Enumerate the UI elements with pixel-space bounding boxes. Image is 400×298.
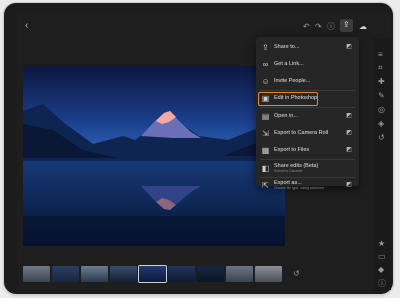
share-icon: ⇪ [262,43,269,52]
share-menu-item-label: Export to Camera Roll [274,130,329,136]
filmstrip-thumb[interactable] [197,266,224,282]
profile-icon[interactable]: ◎ [378,106,385,114]
open-in-icon: ▤ [261,112,270,121]
share-menu-item-label: Invite People... [274,78,311,84]
share-menu-item[interactable]: ▤ Open in... ◩ [256,109,359,125]
premium-badge-icon: ◩ [346,113,352,119]
star-icon[interactable]: ★ [378,240,385,248]
invite-icon: ☺ [261,77,270,86]
info-icon[interactable]: ⓘ [327,23,335,31]
share-menu-item-sublabel: Submit to Discover [274,169,303,173]
comment-icon[interactable]: ▭ [378,253,386,261]
tag-icon[interactable]: ◆ [378,266,384,274]
menu-divider [260,159,355,160]
app-screen: ‹ ↶ ↷ ⓘ ☁ ⇪ ☁ [17,12,391,290]
brush-icon[interactable]: ✎ [378,92,385,100]
premium-badge-icon: ◩ [346,44,352,50]
share-menu-item[interactable]: ▦ Export to Files ◩ [256,143,359,159]
undo-history-icon[interactable]: ↺ [293,270,300,278]
back-chevron-icon[interactable]: ‹ [25,21,28,31]
presets-icon[interactable]: ◈ [378,120,384,128]
link-icon: ∞ [262,60,269,69]
undo-icon[interactable]: ↶ [303,23,310,31]
share-menu-item[interactable]: ◧ Share edits (Beta) Submit to Discover [256,161,359,177]
filmstrip-thumb[interactable] [52,266,79,282]
share-icon: ⇪ [343,20,350,29]
main-photo[interactable] [23,66,285,246]
versions-icon[interactable]: ↺ [378,134,385,142]
redo-icon[interactable]: ↷ [315,23,322,31]
info-panel-icon[interactable]: ⓘ [378,280,386,288]
filmstrip-thumb[interactable] [255,266,282,282]
filmstrip-thumb[interactable] [226,266,253,282]
edit-sidebar: ≡ ⌗ ✚ ✎ ◎ ◈ ↺ ★ ▭ ◆ ⓘ [373,38,391,290]
ipad-frame: ‹ ↶ ↷ ⓘ ☁ ⇪ ☁ [4,3,393,294]
filmstrip-thumb[interactable] [23,266,50,282]
crop-icon[interactable]: ⌗ [378,64,383,72]
filmstrip-thumb[interactable] [110,266,137,282]
share-menu-item[interactable]: ⇪ Share to... ◩ [256,40,359,56]
files-icon: ▦ [261,146,270,155]
premium-badge-icon: ◩ [346,182,352,188]
share-menu: ⇪ Share to... ◩ ∞ Get a Link... ☺ Invite Peopl… [256,37,359,190]
filmstrip-thumb[interactable] [81,266,108,282]
share-menu-item[interactable]: ☺ Invite People... [256,74,359,90]
share-menu-item[interactable]: ⇱ Export as... Choose file type, sizing an… [256,178,359,194]
share-menu-item-label: Share to... [274,44,300,50]
share-menu-item-label: Export to Files [274,147,310,153]
share-edits-icon: ◧ [261,164,270,173]
share-menu-item[interactable]: ⇲ Export to Camera Roll ◩ [256,126,359,142]
sliders-icon[interactable]: ≡ [378,51,383,59]
mountain-lake-image [23,66,285,246]
heal-icon[interactable]: ✚ [378,78,385,86]
filmstrip: ↺ [23,264,300,284]
share-menu-item-sublabel: Choose file type, sizing and more [274,186,325,190]
premium-badge-icon: ◩ [346,147,352,153]
sync-cloud-icon[interactable]: ☁ [359,23,367,31]
highlight-box [258,92,318,106]
share-menu-item-label: Get a Link... [274,61,304,67]
menu-divider [260,107,355,108]
share-menu-item[interactable]: ▣ Edit in Photoshop [256,91,359,107]
share-menu-item[interactable]: ∞ Get a Link... [256,57,359,73]
filmstrip-thumb-selected[interactable] [139,266,166,282]
export-as-icon: ⇱ [262,181,269,190]
top-toolbar: ‹ ↶ ↷ ⓘ ☁ ⇪ ☁ [17,12,391,38]
export-icon: ⇲ [262,129,269,138]
share-menu-item-label: Open in... [274,113,298,119]
premium-badge-icon: ◩ [346,130,352,136]
filmstrip-thumb[interactable] [168,266,195,282]
